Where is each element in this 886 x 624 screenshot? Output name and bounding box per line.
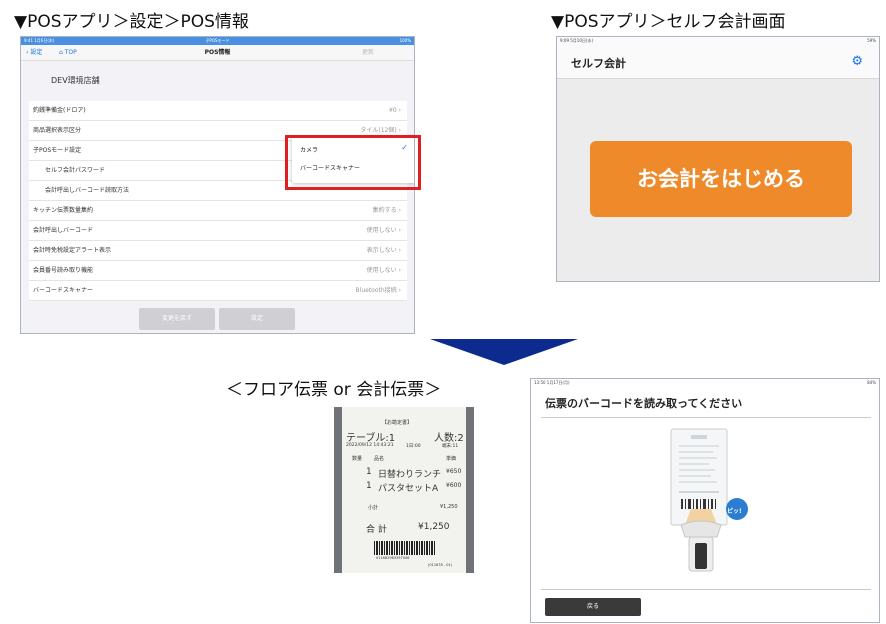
row-value: 使用しない › [366,267,401,274]
revert-button[interactable]: 変更を戻す [139,308,215,330]
receipt-col-name: 品名 [374,456,385,462]
row-label: セルフ会計パスワード [45,167,106,174]
settings-row[interactable]: キッチン伝票数量集約 集約する › [29,201,407,221]
receipt-footer: (011678 - 01) [428,563,453,567]
store-name: DEV環境店舗 [51,76,100,85]
row-label: 会計呼出しバーコード [33,227,94,234]
battery-level: 84% [867,380,876,385]
back-button[interactable]: 戻る [545,598,641,616]
row-label: 会計呼出しバーコード読取方法 [45,187,130,194]
receipt-datetime: 2022/09/12 14:43:21 [346,443,394,448]
row-value: Bluetooth接続 › [355,287,401,294]
receipt-item-price: ¥650 [446,468,462,475]
beep-label: ピッ! [727,508,742,515]
status-bar: 9:41 1月6日(木) 子POSモード 100% [21,37,414,45]
row-value: ¥0 › [389,107,401,114]
receipt-item-qty: 1 [366,481,372,491]
scan-instruction-title: 伝票のバーコードを読み取ってください [545,397,743,410]
receipt-subtotal: ¥1,250 [440,504,458,510]
receipt-item-name: 日替わりランチ [378,470,442,480]
screen-title: セルフ会計 [571,57,626,70]
nav-bar: ‹ 設定 ⌂ TOP POS情報 更新 [21,45,414,61]
receipt-photo: 【お勘定書】 テーブル:1 人数:2 2022/09/12 14:43:21 1… [334,407,474,573]
settings-row[interactable]: 会員番号読み取り機能 使用しない › [29,261,407,281]
battery-level: 59% [867,38,876,43]
barcode-scan-illustration [670,428,748,572]
settings-row[interactable]: バーコードスキャナー Bluetooth接続 › [29,281,407,301]
page-title: POS情報 [204,49,231,56]
battery-level: 100% [399,38,411,43]
status-bar: 9:09 5月10日(水) 59% [557,37,879,45]
receipt-paper: 【お勘定書】 テーブル:1 人数:2 2022/09/12 14:43:21 1… [342,407,466,573]
receipt-people: 人数:2 [434,433,464,444]
set-button[interactable]: 設定 [219,308,295,330]
receipt-total-label: 合 計 [366,525,387,535]
receipt-col-price: 単価 [446,456,457,462]
settings-row[interactable]: 会計呼出しバーコード 使用しない › [29,221,407,241]
status-time: 13:50 1月17日(月) [534,380,570,385]
receipt-table: テーブル:1 [346,433,396,444]
receipt-header: 【お勘定書】 [382,420,413,426]
receipt-time: 1日:00 [406,444,421,449]
settings-row[interactable]: 会計時免税設定アラート表示 表示しない › [29,241,407,261]
receipt-terminal: 端末:11 [442,444,459,449]
row-value: 表示しない › [366,247,401,254]
status-mode: 子POSモード [205,38,230,43]
receipt-item-price: ¥600 [446,482,462,489]
divider [541,589,871,590]
gear-icon[interactable]: ⚙ [851,54,863,69]
row-label: 釣銭準備金(ドロア) [33,107,86,114]
row-label: 会員番号読み取り機能 [33,267,94,274]
receipt-item-qty: 1 [366,467,372,477]
row-value: 集約する › [372,207,401,214]
start-checkout-button[interactable]: お会計をはじめる [590,141,852,217]
down-arrow-icon [430,339,578,365]
heading-self-checkout: ▼POSアプリ＞セルフ会計画面 [551,12,786,32]
heading-slip: ＜フロア伝票 or 会計伝票＞ [226,380,442,400]
row-label: 商品選択表示区分 [33,127,82,134]
status-bar: 13:50 1月17日(月) 84% [531,379,879,387]
row-label: 子POSモード設定 [33,147,82,154]
receipt-col-qty: 数量 [352,456,363,462]
row-value: 使用しない › [366,227,401,234]
header: セルフ会計 ⚙ [557,45,879,79]
receipt-subtotal-label: 小計 [368,505,379,511]
receipt-barcode [374,541,436,555]
status-time: 9:09 5月10日(水) [560,38,594,43]
settings-row[interactable]: 釣銭準備金(ドロア) ¥0 › [29,101,407,121]
settings-list: 釣銭準備金(ドロア) ¥0 › 商品選択表示区分 タイル(12個) › 子POSモー… [29,101,407,301]
row-label: 会計時免税設定アラート表示 [33,247,112,254]
receipt-total: ¥1,250 [418,522,450,532]
receipt-barcode-number: 011682983397006 [376,556,410,560]
scan-slip-screenshot: 13:50 1月17日(月) 84% 伝票のバーコードを読み取ってください ピッ… [530,378,880,623]
row-label: キッチン伝票数量集約 [33,207,94,214]
divider [541,417,871,418]
self-checkout-screenshot: 9:09 5月10日(水) 59% セルフ会計 ⚙ お会計をはじめる [556,36,880,282]
row-label: バーコードスキャナー [33,287,94,294]
footer-bar: 変更を戻す 設定 [21,305,414,333]
highlight-box [285,135,421,190]
receipt-item-name: パスタセットA [378,484,439,494]
update-button[interactable]: 更新 [362,45,374,61]
heading-pos-info: ▼POSアプリ＞設定＞POS情報 [14,12,249,32]
